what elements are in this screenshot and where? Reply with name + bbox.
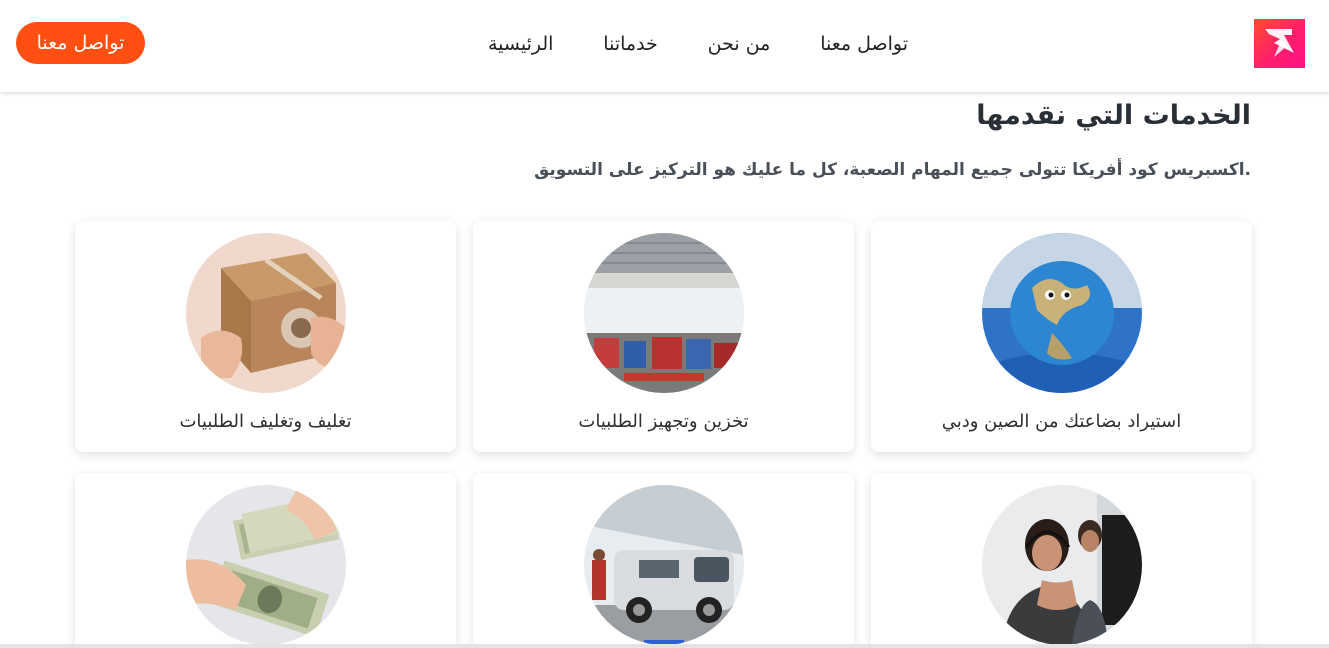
- brand-logo[interactable]: [1254, 19, 1305, 68]
- nav-link-services[interactable]: خدماتنا: [603, 33, 658, 55]
- service-card-packaging[interactable]: تغليف وتغليف الطلبيات: [75, 221, 456, 452]
- nav-link-home[interactable]: الرئيسية: [488, 33, 553, 55]
- service-card-call-center[interactable]: [871, 473, 1252, 648]
- call-center-image: [982, 485, 1142, 645]
- nav-link-contact[interactable]: تواصل معنا: [820, 33, 908, 55]
- service-card-storage[interactable]: تخزين وتجهيز الطلبيات: [473, 221, 854, 452]
- page-bottom-edge: [0, 644, 1329, 648]
- section-subtitle: .اكسبريس كود أفريكا تتولى جميع المهام ال…: [534, 160, 1251, 180]
- section-title: الخدمات التي نقدمها: [976, 100, 1251, 131]
- service-card-payments[interactable]: [75, 473, 456, 648]
- navbar: الرئيسية خدماتنا من نحن تواصل معنا تواصل…: [0, 0, 1329, 92]
- service-label: تخزين وتجهيز الطلبيات: [578, 411, 749, 432]
- main-nav: الرئيسية خدماتنا من نحن تواصل معنا: [488, 30, 908, 58]
- nav-link-about[interactable]: من نحن: [708, 33, 771, 55]
- contact-button[interactable]: تواصل معنا: [16, 22, 145, 64]
- service-label: تغليف وتغليف الطلبيات: [179, 411, 352, 432]
- service-card-delivery[interactable]: [473, 473, 854, 648]
- lightning-icon: [1265, 29, 1294, 57]
- delivery-van-image: [584, 485, 744, 645]
- cash-image: [186, 485, 346, 645]
- service-card-import[interactable]: استيراد بضاعتك من الصين ودبي: [871, 221, 1252, 452]
- warehouse-image: [584, 233, 744, 393]
- package-image: [186, 233, 346, 393]
- globe-image: [982, 233, 1142, 393]
- service-label: استيراد بضاعتك من الصين ودبي: [941, 411, 1182, 432]
